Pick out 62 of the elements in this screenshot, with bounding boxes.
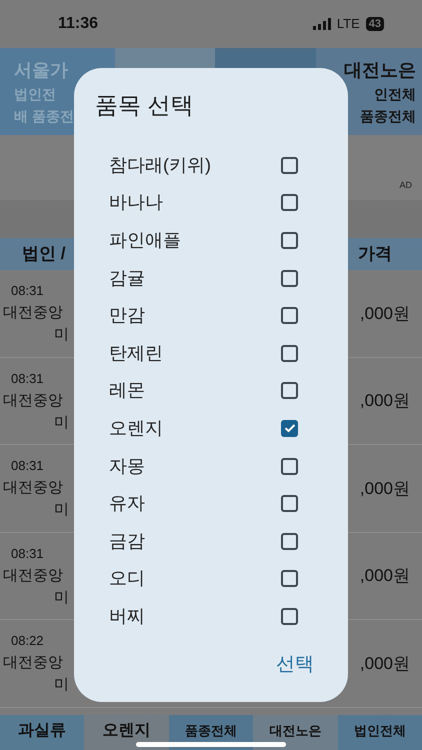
ad-label: AD [399,178,412,192]
item-option[interactable]: 감귤 [74,259,348,297]
item-option[interactable]: 자몽 [74,447,348,485]
item-option[interactable]: 만감 [74,296,348,334]
checkbox[interactable] [281,194,298,212]
item-option[interactable]: 오디 [74,560,348,598]
item-option[interactable]: 탄제린 [74,334,348,372]
trade-time: 08:31 [10,282,45,300]
signal-icon [312,18,331,30]
variety-name: 미 [53,325,69,346]
variety-name: 미 [53,588,69,608]
filter-button[interactable]: 오렌지 [84,715,169,750]
variety-name: 미 [53,675,69,696]
checkbox[interactable] [281,608,298,625]
price: ,000원 [360,390,411,412]
checkbox[interactable] [281,344,298,362]
item-option[interactable]: 레몬 [74,372,348,410]
market-name: 대전중앙 [3,653,64,674]
item-option[interactable]: 오렌지 [74,410,348,448]
filter-button[interactable]: 대전노은 [253,715,338,750]
item-option[interactable]: 파인애플 [74,222,348,260]
trade-time: 08:31 [10,544,45,563]
market-name: 대전중앙 [3,303,64,324]
checkmark-icon [284,423,296,434]
trade-time: 08:22 [10,632,45,650]
item-option[interactable]: 버찌 [74,598,348,636]
market-name: 대전중앙 [3,390,64,411]
tab-label: 인전체 [374,84,416,104]
filter-button[interactable]: 과실류 [0,715,84,750]
filter-button[interactable]: 법인전체 [338,715,422,750]
trade-time: 08:31 [10,457,45,476]
checkbox[interactable] [281,458,298,475]
column-header: 가격 [358,243,393,266]
market-name: 대전중앙 [3,478,64,498]
checkbox[interactable] [281,232,298,249]
checkbox[interactable] [281,570,298,588]
item-option[interactable]: 유자 [74,484,348,522]
item-option[interactable]: 바나나 [74,184,348,222]
price: ,000원 [360,478,411,500]
item-option[interactable]: 금감 [74,522,348,560]
clock: 11:36 [58,14,98,34]
battery-indicator: 43 [366,17,384,31]
checkbox[interactable] [281,156,298,174]
variety-name: 미 [53,412,69,433]
checkbox[interactable] [281,382,298,400]
network-label: LTE [336,15,360,34]
item-option[interactable]: 참다래(키위) [74,146,348,184]
tab-label: 품종전체 [360,106,416,126]
price: ,000원 [360,652,411,674]
confirm-button[interactable]: 선택 [276,651,314,680]
checkbox[interactable] [281,270,298,287]
variety-name: 미 [53,500,69,520]
trade-time: 08:31 [10,370,45,388]
price: ,000원 [360,302,411,324]
column-header: 법인 / [22,243,66,266]
checkbox[interactable] [281,532,298,550]
checkbox[interactable] [281,495,298,512]
market-name: 대전중앙 [3,566,64,586]
tab-label: 대전노은 [344,58,416,82]
checkbox[interactable] [281,420,298,437]
price: ,000원 [360,565,411,587]
checkbox[interactable] [281,307,298,324]
